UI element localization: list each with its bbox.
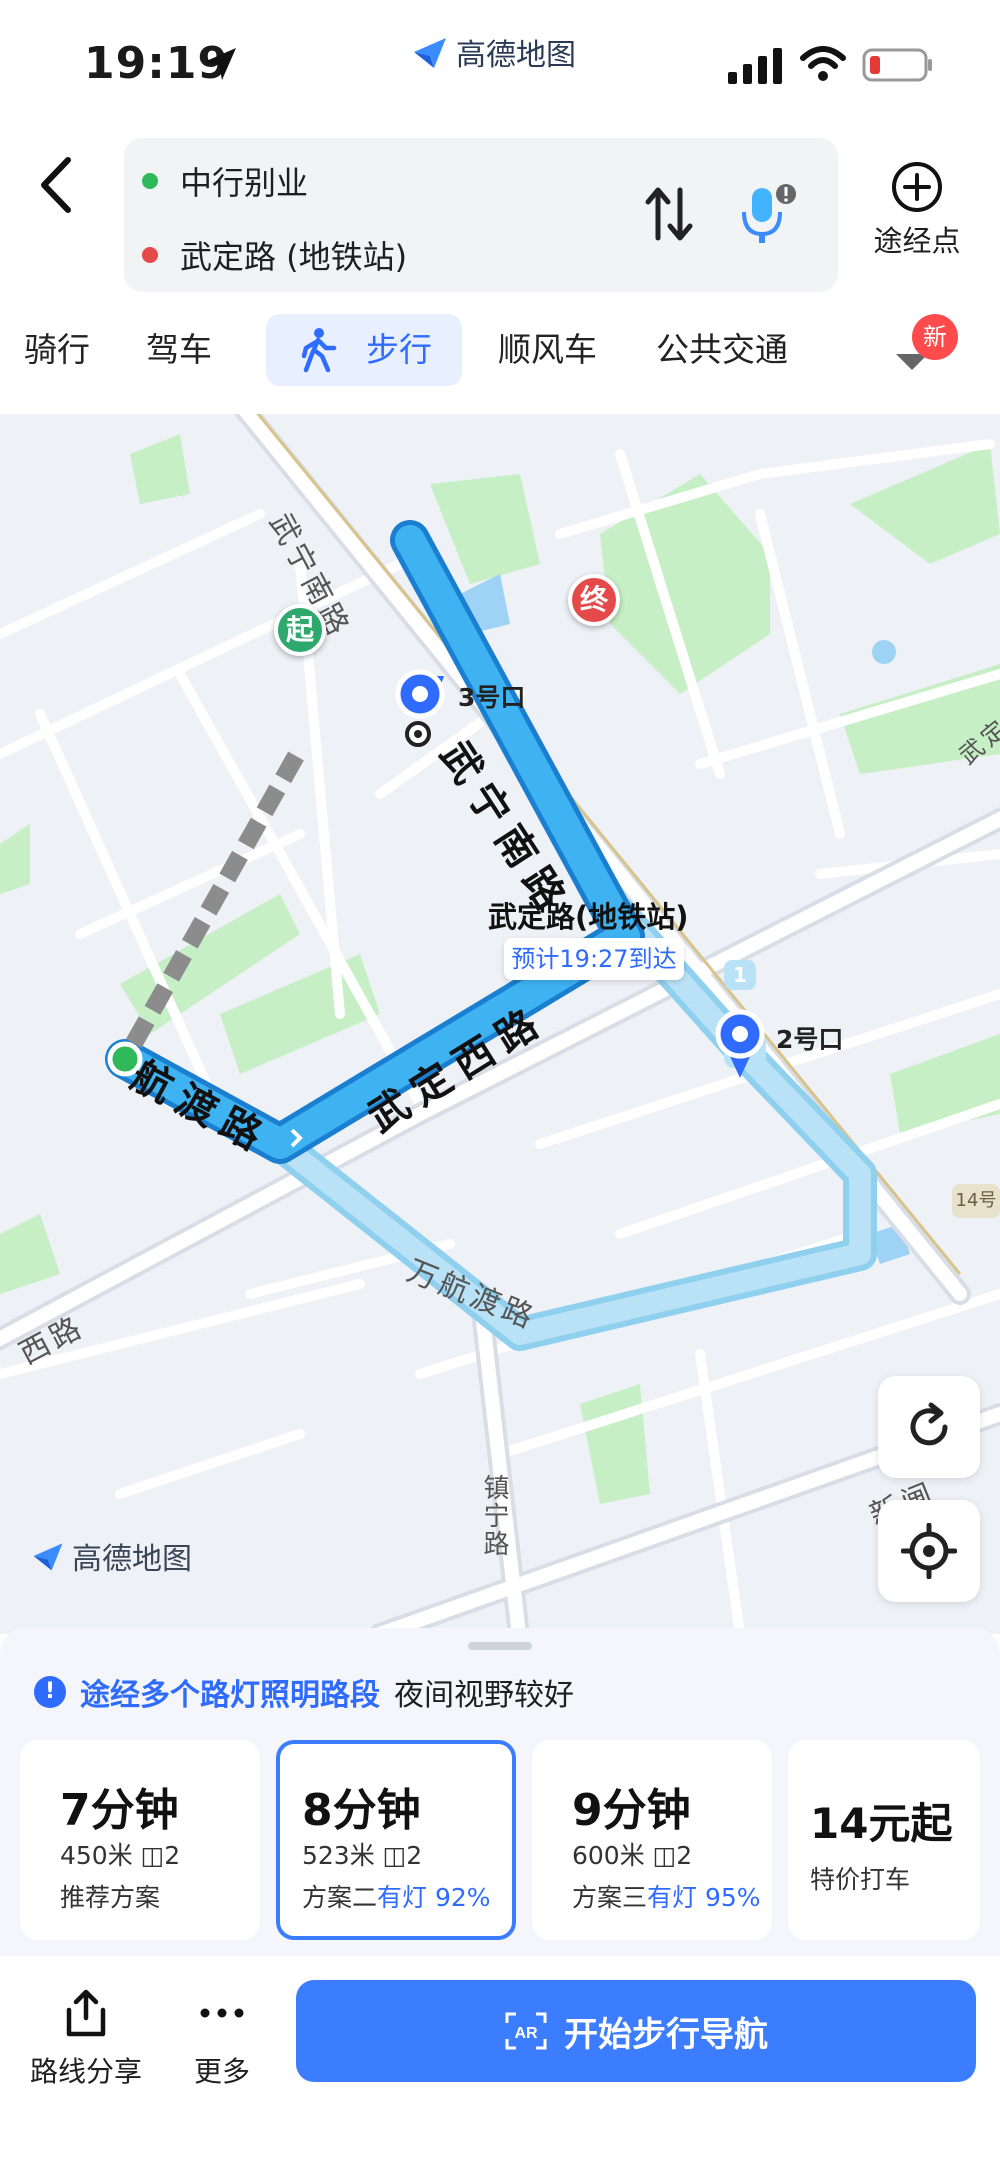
- waypoint-label: 途经点: [873, 224, 961, 258]
- more-button[interactable]: 更多: [194, 1986, 250, 2090]
- plan-distance: 523米: [302, 1841, 375, 1870]
- back-button[interactable]: [30, 150, 90, 220]
- more-label: 更多: [194, 2055, 251, 2088]
- plan-lit-ratio: 有灯 92%: [377, 1883, 491, 1912]
- share-icon: [66, 1989, 106, 2037]
- origin-text: 中行别业: [180, 164, 309, 202]
- plan-meta: 523米 ◫2: [302, 1836, 422, 1872]
- origin-field[interactable]: 中行别业: [142, 158, 308, 204]
- start-marker[interactable]: 起: [274, 604, 326, 656]
- metro-line14-badge: 14号: [952, 1184, 1000, 1218]
- amap-watermark-icon: [33, 1543, 63, 1571]
- plan-distance: 450米: [60, 1841, 133, 1870]
- status-bar: 19:19 高德地图: [0, 0, 1000, 130]
- destination-text: 武定路 (地铁站): [180, 238, 408, 276]
- destination-dot-icon: [142, 247, 158, 263]
- lighting-tip-highlight: 途经多个路灯照明路段: [80, 1678, 380, 1713]
- more-modes-button[interactable]: 新: [880, 314, 990, 394]
- sheet-drag-handle[interactable]: [468, 1642, 532, 1650]
- plan-desc: 方案三有灯 95%: [572, 1878, 761, 1914]
- end-marker[interactable]: 终: [568, 574, 620, 626]
- plan-duration: 9分钟: [572, 1785, 691, 1836]
- lighting-tip-text: 夜间视野较好: [394, 1678, 574, 1713]
- locate-me-button[interactable]: [878, 1500, 980, 1602]
- plan-desc-text: 方案二: [302, 1883, 378, 1912]
- plan-desc: 推荐方案: [60, 1878, 160, 1914]
- refresh-route-button[interactable]: [878, 1376, 980, 1478]
- plan-duration: 8分钟: [302, 1785, 421, 1836]
- start-navigation-label: 开始步行导航: [564, 2014, 768, 2055]
- wifi-icon: [800, 46, 846, 81]
- app-brand-name: 高德地图: [456, 38, 576, 73]
- plan-desc: 方案二有灯 92%: [302, 1878, 491, 1914]
- taxi-desc: 特价打车: [810, 1865, 911, 1894]
- plan-meta: 450米 ◫2: [60, 1836, 180, 1872]
- share-route-button[interactable]: 路线分享: [30, 1986, 142, 2090]
- swap-route-icon[interactable]: [642, 184, 696, 244]
- route-input-box: 中行别业 武定路 (地铁站): [124, 138, 838, 292]
- voice-input-icon[interactable]: [738, 182, 798, 246]
- plan-lights: 2: [676, 1841, 693, 1870]
- traffic-light-icon: ◫: [382, 1841, 407, 1870]
- taxi-card[interactable]: 14元起 特价打车: [788, 1740, 980, 1940]
- ar-icon: AR: [505, 2012, 547, 2050]
- plan-desc-text: 推荐方案: [60, 1883, 161, 1912]
- exit3-label: 3号口: [458, 683, 526, 712]
- refresh-icon: [910, 1402, 948, 1446]
- add-waypoint-button[interactable]: 途经点: [862, 160, 972, 260]
- info-icon: !: [34, 1676, 66, 1708]
- taxi-price: 14元起: [810, 1799, 953, 1848]
- bottom-action-bar: 路线分享 更多 AR 开始步行导航: [0, 1956, 1000, 2164]
- eta-chip: 预计19:27到达: [504, 938, 684, 980]
- map-watermark-text: 高德地图: [72, 1542, 192, 1577]
- road-label-zhenning: 镇宁路: [479, 1474, 509, 1558]
- lighting-tip: ! 途经多个路灯照明路段 夜间视野较好: [34, 1670, 574, 1714]
- start-walking-navigation-button[interactable]: AR 开始步行导航: [296, 1980, 976, 2082]
- origin-dot-icon: [142, 173, 158, 189]
- plan-lights: 2: [406, 1841, 423, 1870]
- cellular-signal-icon: [728, 48, 782, 84]
- plan-duration: 7分钟: [60, 1785, 179, 1836]
- new-badge: 新: [912, 314, 958, 360]
- map-watermark-logo: 高德地图: [30, 1534, 192, 1578]
- plan-card-1[interactable]: 7分钟 450米 ◫2 推荐方案: [20, 1740, 260, 1940]
- tab-carpool[interactable]: 顺风车: [498, 314, 597, 386]
- plan-distance: 600米: [572, 1841, 645, 1870]
- plan-card-3[interactable]: 9分钟 600米 ◫2 方案三有灯 95%: [532, 1740, 772, 1940]
- travel-mode-tabs: 骑行 驾车 步行 顺风车 公共交通: [0, 314, 1000, 394]
- plan-lights: 2: [164, 1841, 181, 1870]
- exit1-badge: 1: [724, 960, 756, 990]
- destination-field[interactable]: 武定路 (地铁站): [142, 232, 407, 278]
- map-view[interactable]: 武宁南路 武定西路 航渡路 万航渡路 武宁南路 镇宁路 西路 新闸 武定 起 终…: [0, 414, 1000, 1634]
- locate-crosshair-icon: [901, 1523, 957, 1579]
- plan-card-2[interactable]: 8分钟 523米 ◫2 方案二有灯 92%: [276, 1740, 516, 1940]
- plan-lit-ratio: 有灯 95%: [647, 1883, 761, 1912]
- tab-public-transit[interactable]: 公共交通: [656, 314, 788, 386]
- share-route-label: 路线分享: [30, 2055, 143, 2088]
- tab-walking[interactable]: 步行: [266, 314, 462, 386]
- destination-station-name: 武定路(地铁站): [488, 900, 689, 934]
- tab-driving[interactable]: 驾车: [146, 314, 212, 386]
- plan-desc-text: 方案三: [572, 1883, 648, 1912]
- tab-cycling[interactable]: 骑行: [24, 314, 90, 386]
- app-brand: 高德地图: [410, 30, 576, 74]
- plan-meta: 600米 ◫2: [572, 1836, 692, 1872]
- tab-walking-label: 步行: [366, 330, 432, 369]
- battery-low-icon: [862, 48, 932, 82]
- traffic-light-icon: ◫: [652, 1841, 677, 1870]
- amap-logo-icon: [414, 38, 446, 68]
- exit2-label: 2号口: [776, 1025, 844, 1054]
- ar-icon-text: AR: [514, 2025, 538, 2042]
- location-arrow-icon: [204, 48, 236, 80]
- more-dots-icon: [200, 2008, 244, 2018]
- add-circle-icon: [892, 162, 942, 212]
- walking-person-icon: [301, 328, 337, 373]
- traffic-light-icon: ◫: [140, 1841, 165, 1870]
